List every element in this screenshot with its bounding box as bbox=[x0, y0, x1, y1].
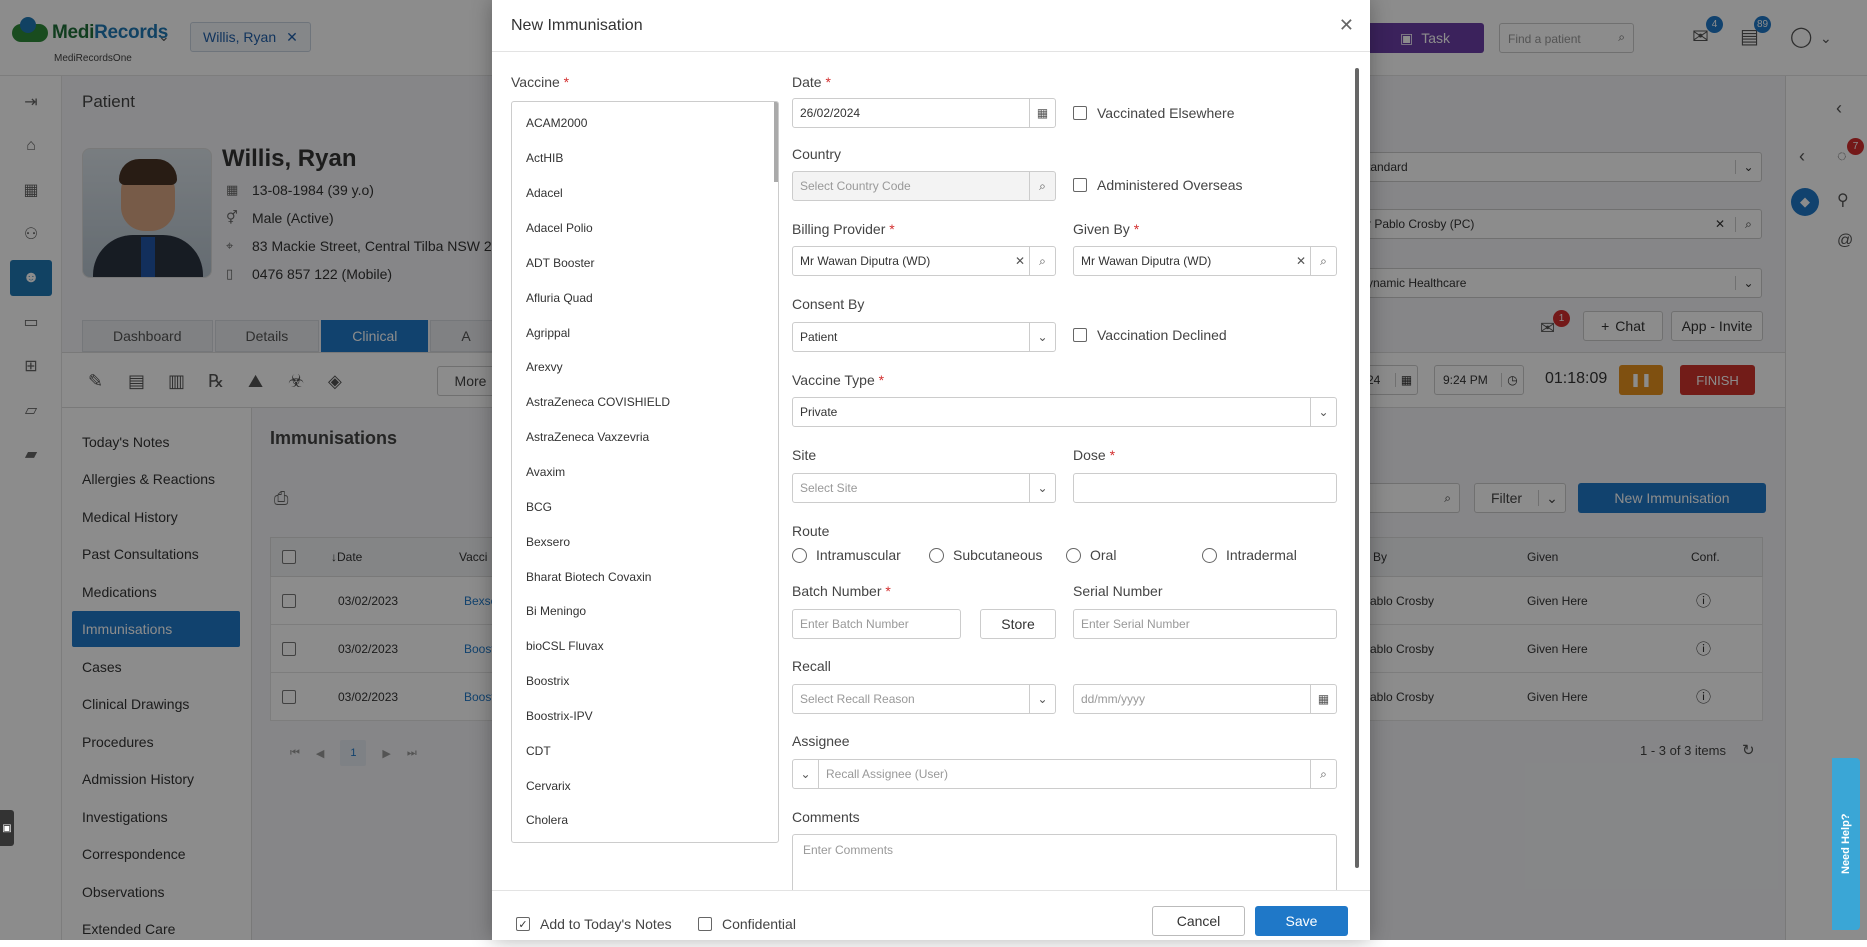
assignee-label: Assignee bbox=[792, 733, 850, 749]
calendar-icon[interactable]: ▦ bbox=[1029, 99, 1055, 127]
vaccine-option[interactable]: BCG bbox=[526, 500, 552, 514]
recall-reason-select[interactable]: Select Recall Reason ⌄ bbox=[792, 684, 1056, 714]
assignee-field[interactable]: ⌄ Recall Assignee (User) ⌕ bbox=[792, 759, 1337, 789]
new-immunisation-dialog: New Immunisation ✕ Vaccine * ACAM2000 Ac… bbox=[492, 0, 1370, 940]
recall-date-field[interactable]: dd/mm/yyyy ▦ bbox=[1073, 684, 1337, 714]
vaccine-option[interactable]: Avaxim bbox=[526, 465, 565, 479]
route-intradermal-radio[interactable]: Intradermal bbox=[1202, 547, 1297, 563]
chevron-down-icon[interactable]: ⌄ bbox=[1029, 323, 1055, 351]
vaccine-option[interactable]: ActHIB bbox=[526, 151, 563, 165]
batch-number-label: Batch Number * bbox=[792, 583, 891, 599]
dialog-header: New Immunisation ✕ bbox=[492, 0, 1370, 52]
vaccine-list-scrollbar[interactable] bbox=[774, 102, 778, 182]
calendar-icon[interactable]: ▦ bbox=[1310, 685, 1336, 713]
search-icon[interactable]: ⌕ bbox=[1029, 172, 1055, 200]
serial-number-input[interactable]: Enter Serial Number bbox=[1073, 609, 1337, 639]
route-label: Route bbox=[792, 523, 830, 539]
store-button[interactable]: Store bbox=[980, 609, 1056, 639]
vaccine-option[interactable]: AstraZeneca COVISHIELD bbox=[526, 395, 670, 409]
app-root: MediRecords MediRecordsOne ⌄ Willis, Rya… bbox=[0, 0, 1867, 940]
vaccine-option[interactable]: Cholera bbox=[526, 813, 568, 827]
country-label: Country bbox=[792, 146, 842, 162]
vaccine-type-select[interactable]: Private ⌄ bbox=[792, 397, 1337, 427]
vaccine-option[interactable]: CDT bbox=[526, 744, 551, 758]
chevron-down-icon[interactable]: ⌄ bbox=[793, 760, 819, 788]
chevron-down-icon[interactable]: ⌄ bbox=[1029, 474, 1055, 502]
vaccine-option[interactable]: Boostrix-IPV bbox=[526, 709, 593, 723]
vaccine-option[interactable]: Bexsero bbox=[526, 535, 570, 549]
close-icon[interactable]: ✕ bbox=[1339, 15, 1354, 36]
site-select[interactable]: Select Site ⌄ bbox=[792, 473, 1056, 503]
dose-label: Dose * bbox=[1073, 447, 1116, 463]
chevron-down-icon[interactable]: ⌄ bbox=[1310, 398, 1336, 426]
clear-icon[interactable]: ✕ bbox=[1011, 254, 1029, 268]
vaccine-option[interactable]: Afluria Quad bbox=[526, 291, 593, 305]
comments-label: Comments bbox=[792, 809, 860, 825]
billing-provider-label: Billing Provider * bbox=[792, 221, 895, 237]
vaccine-option[interactable]: Adacel Polio bbox=[526, 221, 593, 235]
cancel-button[interactable]: Cancel bbox=[1152, 906, 1245, 936]
feedback-tab-icon[interactable]: ▣ bbox=[0, 810, 14, 846]
confidential-checkbox[interactable]: Confidential bbox=[698, 916, 796, 932]
vaccine-option[interactable]: Cervarix bbox=[526, 779, 571, 793]
vaccine-option[interactable]: ACAM2000 bbox=[526, 116, 587, 130]
billing-provider-field[interactable]: Mr Wawan Diputra (WD) ✕ ⌕ bbox=[792, 246, 1056, 276]
route-oral-radio[interactable]: Oral bbox=[1066, 547, 1116, 563]
search-icon[interactable]: ⌕ bbox=[1029, 247, 1055, 275]
vaccine-option[interactable]: Arexvy bbox=[526, 360, 563, 374]
vaccine-option[interactable]: Bharat Biotech Covaxin bbox=[526, 570, 651, 584]
vaccine-option[interactable]: AstraZeneca Vaxzevria bbox=[526, 430, 649, 444]
site-label: Site bbox=[792, 447, 817, 463]
dialog-scrollbar[interactable] bbox=[1355, 68, 1359, 868]
chevron-down-icon[interactable]: ⌄ bbox=[1029, 685, 1055, 713]
recall-label: Recall bbox=[792, 658, 831, 674]
vaccine-option[interactable]: Boostrix bbox=[526, 674, 569, 688]
vaccine-option[interactable]: Adacel bbox=[526, 186, 563, 200]
given-by-field[interactable]: Mr Wawan Diputra (WD) ✕ ⌕ bbox=[1073, 246, 1337, 276]
vaccine-type-label: Vaccine Type * bbox=[792, 372, 885, 388]
administered-overseas-checkbox[interactable]: Administered Overseas bbox=[1073, 177, 1243, 193]
route-intramuscular-radio[interactable]: Intramuscular bbox=[792, 547, 901, 563]
vaccine-option[interactable]: Agrippal bbox=[526, 326, 570, 340]
serial-number-label: Serial Number bbox=[1073, 583, 1163, 599]
checkmark-icon: ✓ bbox=[516, 917, 530, 931]
need-help-button[interactable]: Need Help? bbox=[1832, 758, 1860, 930]
consent-by-select[interactable]: Patient ⌄ bbox=[792, 322, 1056, 352]
batch-number-input[interactable]: Enter Batch Number bbox=[792, 609, 961, 639]
given-by-label: Given By * bbox=[1073, 221, 1140, 237]
dialog-title: New Immunisation bbox=[511, 17, 643, 34]
route-subcutaneous-radio[interactable]: Subcutaneous bbox=[929, 547, 1043, 563]
search-icon[interactable]: ⌕ bbox=[1310, 760, 1336, 788]
vaccine-label: Vaccine * bbox=[511, 74, 570, 90]
vaccine-option[interactable]: ADT Booster bbox=[526, 256, 594, 270]
date-field[interactable]: 26/02/2024 ▦ bbox=[792, 98, 1056, 128]
consent-by-label: Consent By bbox=[792, 296, 865, 312]
vaccine-list[interactable]: ACAM2000 ActHIB Adacel Adacel Polio ADT … bbox=[511, 101, 779, 843]
date-label: Date * bbox=[792, 74, 831, 90]
dose-input[interactable] bbox=[1073, 473, 1337, 503]
vaccination-declined-checkbox[interactable]: Vaccination Declined bbox=[1073, 327, 1227, 343]
vaccinated-elsewhere-checkbox[interactable]: Vaccinated Elsewhere bbox=[1073, 105, 1234, 121]
clear-icon[interactable]: ✕ bbox=[1292, 254, 1310, 268]
search-icon[interactable]: ⌕ bbox=[1310, 247, 1336, 275]
add-to-todays-notes-checkbox[interactable]: ✓ Add to Today's Notes bbox=[516, 916, 672, 932]
save-button[interactable]: Save bbox=[1255, 906, 1348, 936]
vaccine-option[interactable]: Bi Meningo bbox=[526, 604, 586, 618]
comments-textarea[interactable]: Enter Comments bbox=[792, 834, 1337, 894]
country-field[interactable]: Select Country Code ⌕ bbox=[792, 171, 1056, 201]
vaccine-option[interactable]: bioCSL Fluvax bbox=[526, 639, 604, 653]
